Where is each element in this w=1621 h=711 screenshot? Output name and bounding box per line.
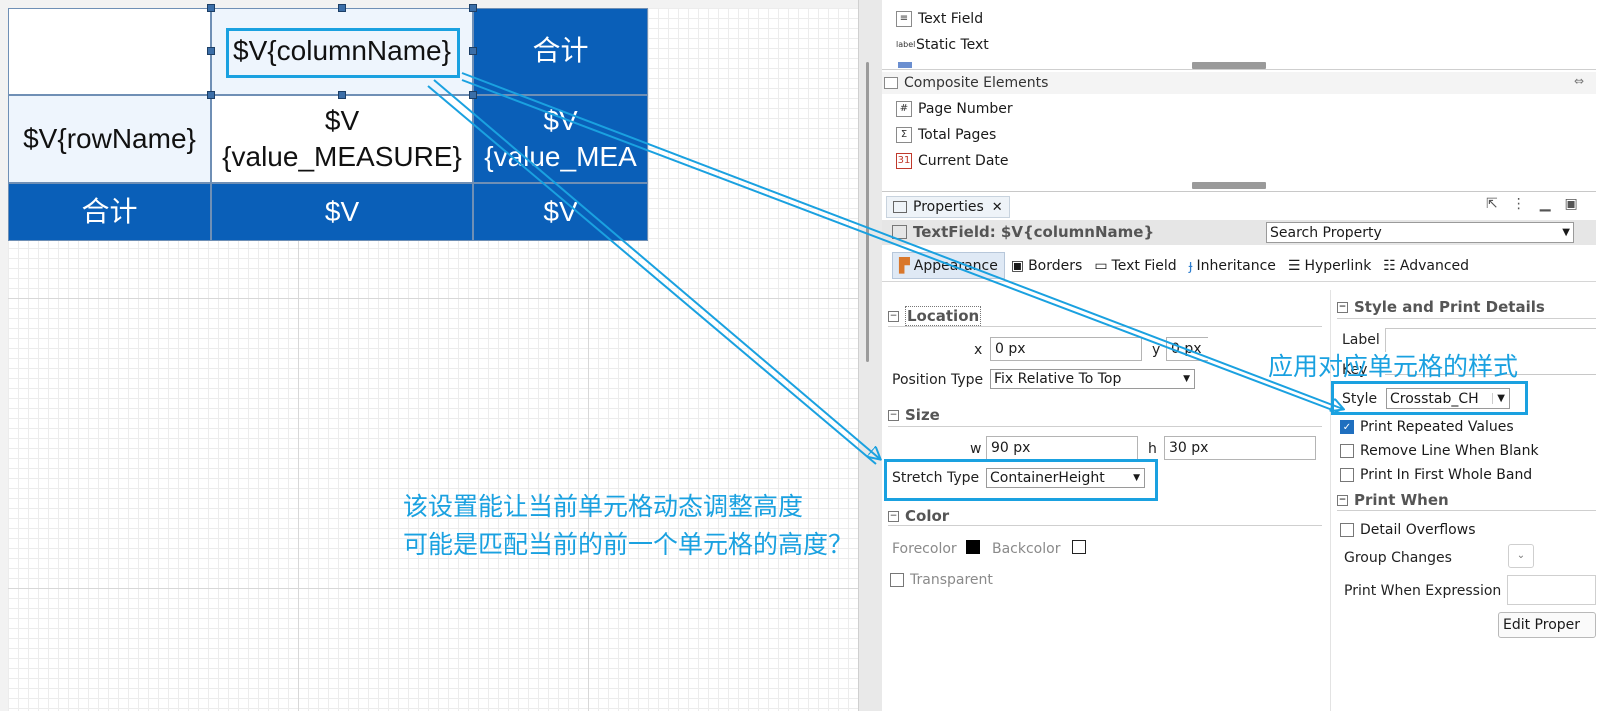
annotation-stretch-note-line1: 该设置能让当前单元格动态调整高度 <box>403 492 804 521</box>
arrow-to-style <box>461 72 1343 409</box>
annotation-stretch-note-line2: 可能是匹配当前的前一个单元格的高度？ <box>403 530 854 559</box>
arrow-to-stretch-type-shadow <box>427 85 877 465</box>
arrow-to-stretch-type <box>433 79 880 459</box>
annotation-style-note: 应用对应单元格的样式 <box>1268 352 1519 381</box>
arrow-to-style-shadow <box>461 79 1344 415</box>
